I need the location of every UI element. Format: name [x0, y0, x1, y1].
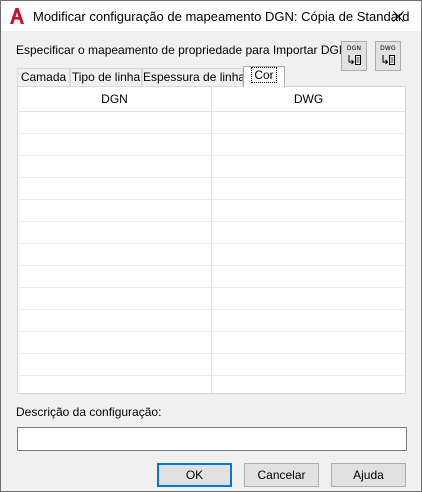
close-icon	[392, 10, 404, 22]
window-title: Modificar configuração de mapeamento DGN…	[33, 9, 410, 24]
tab-camada-label: Camada	[20, 70, 67, 84]
map-dgn-button-label: DGN	[346, 45, 362, 52]
grid-row-line	[18, 221, 405, 222]
tab-cor[interactable]: Cor	[243, 66, 285, 87]
map-dgn-button[interactable]: DGN	[341, 41, 367, 71]
column-header-dgn[interactable]: DGN	[18, 87, 211, 111]
column-header-dwg[interactable]: DWG	[212, 87, 405, 111]
grid-row-line	[18, 265, 405, 266]
grid-row-line	[18, 353, 405, 354]
dialog-window: Modificar configuração de mapeamento DGN…	[0, 0, 422, 492]
map-from-dwg-icon	[382, 55, 395, 65]
description-input[interactable]	[17, 427, 407, 451]
autocad-logo-icon	[9, 7, 25, 25]
help-button[interactable]: Ajuda	[331, 463, 406, 487]
tab-espessura-de-linha-label: Espessura de linha	[143, 70, 246, 84]
tab-camada[interactable]: Camada	[17, 68, 70, 86]
tab-cor-label: Cor	[251, 67, 277, 83]
ok-button[interactable]: OK	[157, 463, 232, 487]
title-bar[interactable]: Modificar configuração de mapeamento DGN…	[1, 1, 421, 31]
grid-row-line	[18, 375, 405, 376]
close-button[interactable]	[375, 1, 421, 31]
mapping-grid[interactable]: DGN DWG	[17, 86, 406, 394]
grid-row-line	[18, 133, 405, 134]
instruction-text: Especificar o mapeamento de propriedade …	[16, 43, 348, 57]
grid-row-line	[18, 199, 405, 200]
tab-espessura-de-linha[interactable]: Espessura de linha	[142, 68, 246, 86]
description-label-text: Descrição da configuração:	[16, 405, 162, 419]
map-dwg-button[interactable]: DWG	[375, 41, 401, 71]
map-from-dgn-icon	[348, 55, 361, 65]
description-label: Descrição da configuração:	[16, 405, 161, 419]
grid-row-line	[18, 309, 405, 310]
grid-row-line	[18, 243, 405, 244]
tab-tipo-de-linha[interactable]: Tipo de linha	[70, 68, 142, 86]
map-dwg-button-label: DWG	[380, 45, 396, 52]
tab-tipo-de-linha-label: Tipo de linha	[71, 70, 141, 84]
cancel-button[interactable]: Cancelar	[244, 463, 319, 487]
grid-row-line	[18, 287, 405, 288]
grid-row-line	[18, 331, 405, 332]
grid-row-line	[18, 177, 405, 178]
grid-row-line	[18, 155, 405, 156]
